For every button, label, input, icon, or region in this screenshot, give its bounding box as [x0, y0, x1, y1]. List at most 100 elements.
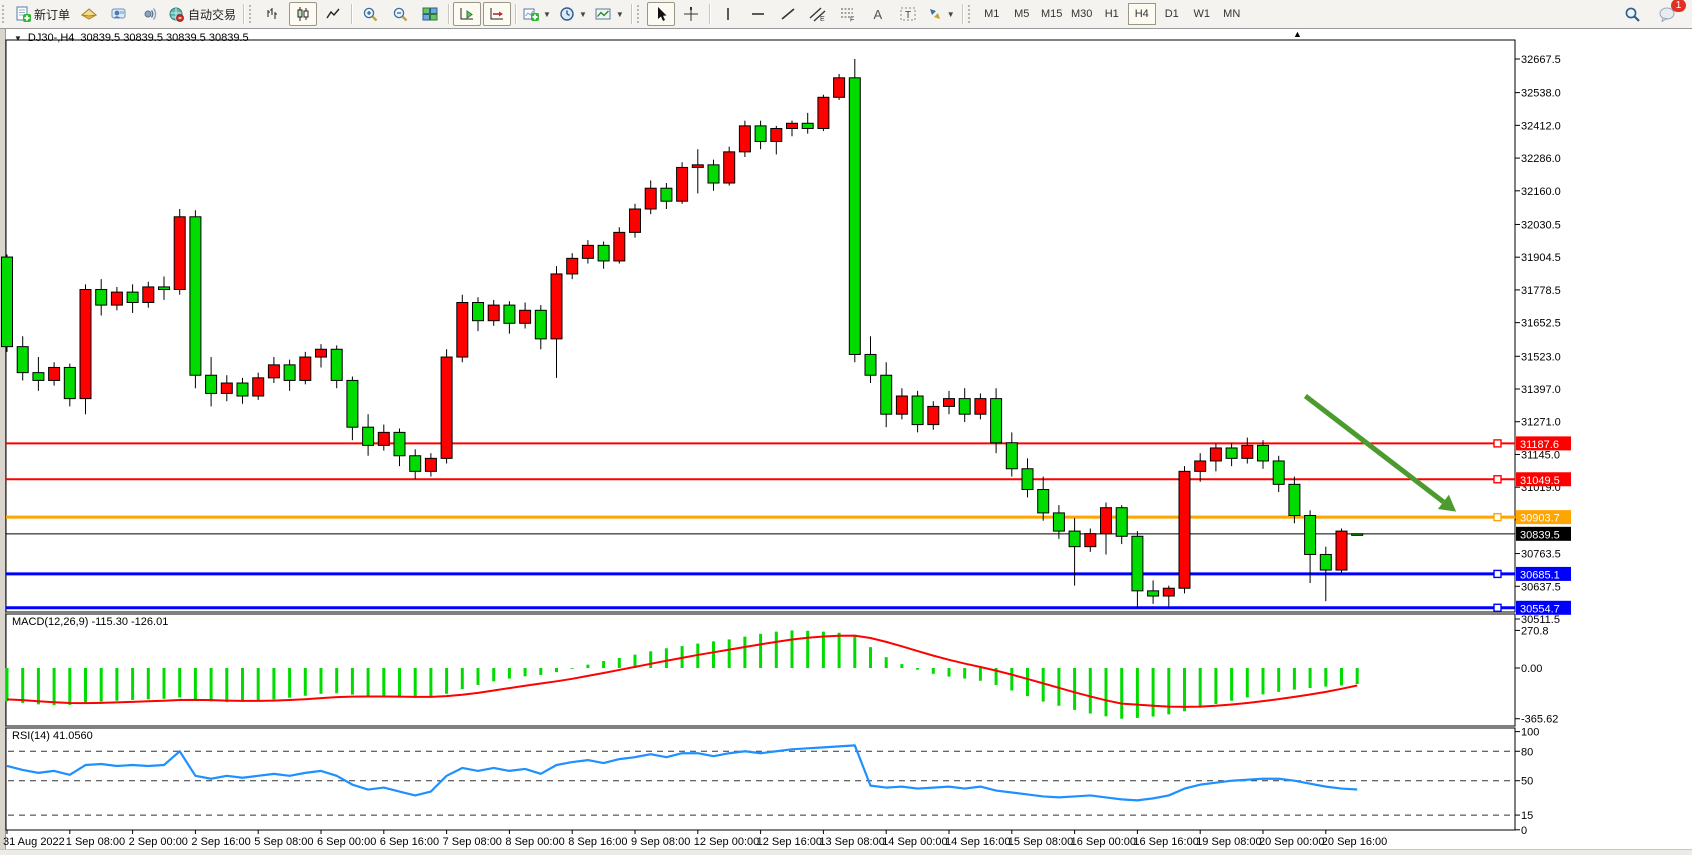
new-order-button[interactable]: 新订单 — [12, 2, 73, 26]
svg-text:30685.1: 30685.1 — [1520, 569, 1560, 581]
dropdown-caret-icon: ▼ — [616, 10, 624, 19]
periods-button[interactable]: ▼ — [556, 2, 590, 26]
time-tick-label: 19 Sep 08:00 — [1196, 836, 1261, 848]
candle-body — [284, 365, 295, 381]
dropdown-caret-icon: ▼ — [947, 10, 955, 19]
add-indicator-button[interactable]: ▼ — [520, 2, 554, 26]
macd-pane — [6, 614, 1515, 726]
level-line-handle[interactable] — [1494, 570, 1501, 577]
toolbar-separator — [448, 4, 449, 24]
price-tick-label: 32667.5 — [1521, 54, 1561, 66]
text-tool-button[interactable]: A — [864, 2, 892, 26]
candle-body — [347, 380, 358, 427]
templates-button[interactable]: ▼ — [592, 2, 627, 26]
crosshair-tool-button[interactable] — [677, 2, 705, 26]
candle-body — [473, 303, 484, 321]
rsi-tick-label: 50 — [1521, 776, 1533, 788]
broadcast-button[interactable] — [135, 2, 163, 26]
candle-body — [457, 303, 468, 358]
candle-body — [944, 399, 955, 407]
chart-title-overlay[interactable]: ▼ DJ30-,H4 30839.5 30839.5 30839.5 30839… — [14, 32, 249, 44]
level-line-handle[interactable] — [1494, 440, 1501, 447]
candle-body — [567, 258, 578, 274]
candle-body — [363, 427, 374, 445]
candle-body — [190, 217, 201, 375]
channel-tool-button[interactable]: E — [804, 2, 832, 26]
candle-body — [64, 367, 75, 398]
auto-scroll-button[interactable] — [453, 2, 481, 26]
metaeditor-button[interactable] — [75, 2, 103, 26]
timeframe-h1-button[interactable]: H1 — [1098, 3, 1126, 25]
auto-trading-button[interactable]: 自动交易 — [165, 2, 239, 26]
timeframe-d1-button[interactable]: D1 — [1158, 3, 1186, 25]
time-tick-label: 8 Sep 16:00 — [568, 836, 627, 848]
candle-body — [80, 290, 91, 399]
time-tick-label: 2 Sep 16:00 — [191, 836, 250, 848]
trendline-icon — [780, 6, 796, 22]
horizontal-line-tool-button[interactable] — [744, 2, 772, 26]
candle-body — [991, 399, 1002, 443]
time-tick-label: 6 Sep 00:00 — [317, 836, 376, 848]
timeframe-m5-button[interactable]: M5 — [1008, 3, 1036, 25]
price-tick-label: 32538.0 — [1521, 88, 1561, 100]
level-line-handle[interactable] — [1494, 604, 1501, 611]
price-badge: 30554.7 — [1516, 601, 1571, 616]
shapes-dropdown-button[interactable]: ▼ — [924, 2, 958, 26]
crosshair-icon — [683, 6, 699, 22]
candle-body — [143, 287, 154, 303]
tile-windows-button[interactable] — [416, 2, 444, 26]
time-tick-label: 12 Sep 16:00 — [757, 836, 822, 848]
price-tick-label: 31397.0 — [1521, 384, 1561, 396]
chart-shift-icon — [489, 6, 505, 22]
timeframe-mn-button[interactable]: MN — [1218, 3, 1246, 25]
vertical-line-tool-button[interactable] — [714, 2, 742, 26]
toolbar-separator — [962, 4, 963, 24]
svg-text:T: T — [905, 10, 911, 21]
price-badge: 30685.1 — [1516, 567, 1571, 582]
time-tick-label: 12 Sep 00:00 — [694, 836, 759, 848]
level-line-handle[interactable] — [1494, 514, 1501, 521]
candlestick-chart-button[interactable] — [289, 2, 317, 26]
candle-body — [237, 383, 248, 396]
candle-body — [834, 78, 845, 97]
community-button[interactable] — [105, 2, 133, 26]
time-tick-label: 14 Sep 00:00 — [882, 836, 947, 848]
notifications-button[interactable]: 1 — [1653, 2, 1681, 26]
cursor-tool-button[interactable] — [647, 2, 675, 26]
time-tick-label: 16 Sep 00:00 — [1071, 836, 1136, 848]
candle-body — [425, 458, 436, 471]
fibonacci-tool-button[interactable]: F — [834, 2, 862, 26]
chart-shift-button[interactable] — [483, 2, 511, 26]
zoom-out-icon — [392, 6, 409, 22]
vertical-line-icon — [722, 6, 734, 22]
search-button[interactable] — [1618, 2, 1646, 26]
svg-text:31049.5: 31049.5 — [1520, 475, 1560, 487]
candle-body — [221, 383, 232, 393]
candle-body — [582, 245, 593, 258]
timeframe-m30-button[interactable]: M30 — [1068, 3, 1096, 25]
candle-body — [535, 310, 546, 339]
bar-chart-button[interactable] — [259, 2, 287, 26]
chart-ohlc-values: 30839.5 30839.5 30839.5 30839.5 — [80, 32, 248, 44]
label-tool-button[interactable]: T — [894, 2, 922, 26]
level-line-handle[interactable] — [1494, 476, 1501, 483]
time-tick-label: 1 Sep 08:00 — [66, 836, 125, 848]
candlestick-chart-icon — [295, 6, 311, 22]
zoom-out-button[interactable] — [386, 2, 414, 26]
chart-canvas[interactable]: 32667.532538.032412.032286.032160.032030… — [0, 0, 1692, 854]
chart-collapse-icon[interactable]: ▼ — [14, 34, 22, 43]
candle-body — [1132, 536, 1143, 591]
zoom-in-button[interactable] — [356, 2, 384, 26]
timeframe-h4-button[interactable]: H4 — [1128, 3, 1156, 25]
timeframe-m15-button[interactable]: M15 — [1038, 3, 1066, 25]
candle-body — [1242, 445, 1253, 458]
timeframe-w1-button[interactable]: W1 — [1188, 3, 1216, 25]
price-tick-label: 31652.5 — [1521, 318, 1561, 330]
candle-body — [520, 310, 531, 323]
dropdown-caret-icon: ▼ — [579, 10, 587, 19]
timeframe-m1-button[interactable]: M1 — [978, 3, 1006, 25]
trendline-tool-button[interactable] — [774, 2, 802, 26]
price-tick-label: 30511.5 — [1521, 614, 1560, 626]
rsi-tick-label: 0 — [1521, 825, 1527, 837]
line-chart-button[interactable] — [319, 2, 347, 26]
